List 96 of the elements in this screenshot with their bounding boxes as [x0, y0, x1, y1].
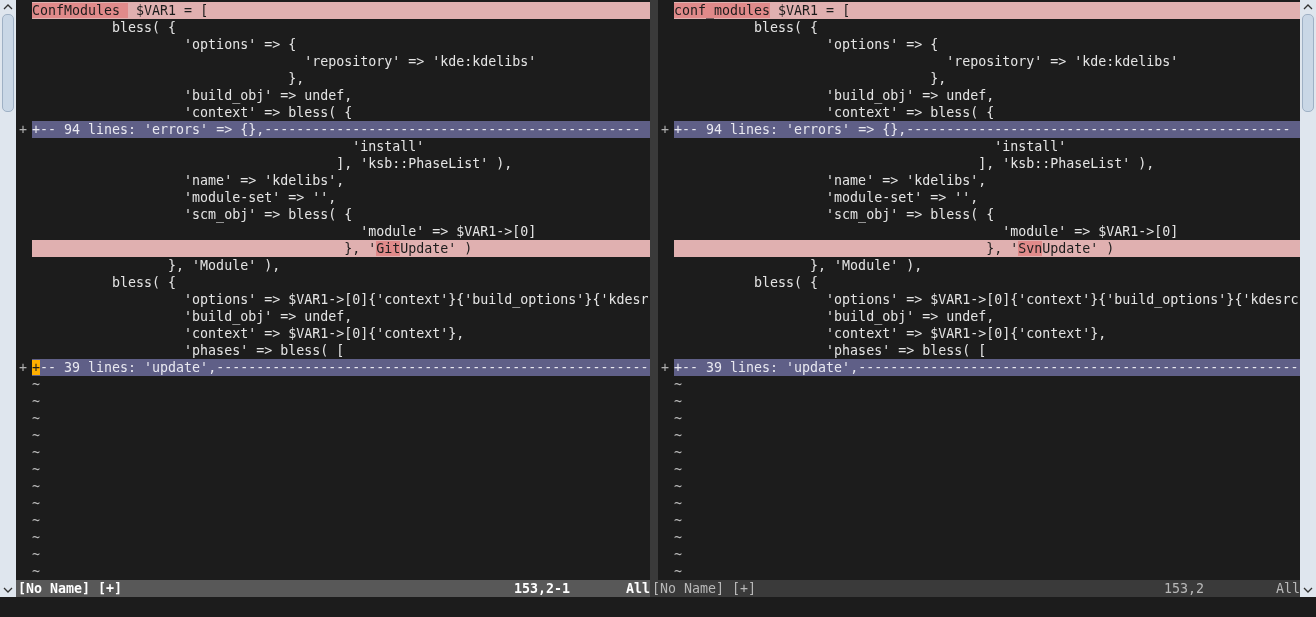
empty-line-marker: ~ — [32, 410, 41, 427]
code-line: bless( { — [111, 19, 178, 36]
empty-line-marker: ~ — [674, 478, 683, 495]
cursor-position: 153,2-1 — [513, 580, 571, 597]
empty-line-marker: ~ — [674, 410, 683, 427]
empty-line-marker: ~ — [32, 563, 41, 580]
fold-marker: + — [674, 122, 682, 137]
fold-marker: + — [674, 360, 682, 375]
scroll-up-icon[interactable] — [1303, 4, 1313, 10]
code-line: ], 'ksb::PhaseList' ), — [977, 155, 1156, 172]
code-line: ], 'ksb::PhaseList' ), — [335, 155, 514, 172]
code-line: 'build_obj' => undef, — [825, 308, 996, 325]
code-line: bless( { — [111, 274, 178, 291]
empty-line-marker: ~ — [32, 393, 41, 410]
empty-line-marker: ~ — [32, 427, 41, 444]
code-line: 'module' => $VAR1->[0] — [359, 223, 538, 240]
code-line: 'repository' => 'kde:kdelibs' — [303, 53, 538, 70]
code-line: 'context' => bless( { — [183, 104, 354, 121]
diff-sign: + — [19, 122, 27, 137]
diff-sign: + — [661, 360, 669, 375]
scrollbar-thumb[interactable] — [2, 14, 14, 112]
changed-text: conf_modules — [674, 3, 771, 18]
empty-line-marker: ~ — [674, 546, 683, 563]
code-line: 'scm_obj' => bless( { — [825, 206, 996, 223]
scroll-down-icon[interactable] — [1303, 587, 1313, 593]
code-line: bless( { — [753, 274, 820, 291]
scroll-down-icon[interactable] — [3, 587, 13, 593]
scroll-position: All — [625, 580, 650, 597]
code-text: Update' ) — [1042, 241, 1115, 256]
code-line: 'name' => 'kdelibs', — [825, 172, 988, 189]
fold-text: -- 94 lines: 'errors' => {},----------------------------------------------- — [40, 122, 641, 137]
code-line: }, — [287, 70, 306, 87]
changed-text: Svn — [1018, 241, 1043, 256]
empty-line-marker: ~ — [32, 512, 41, 529]
empty-line-marker: ~ — [674, 461, 683, 478]
empty-line-marker: ~ — [674, 376, 683, 393]
code-line: 'install' — [351, 138, 426, 155]
scroll-up-icon[interactable] — [3, 4, 13, 10]
code-line: 'context' => bless( { — [825, 104, 996, 121]
code-text: }, ' — [985, 241, 1019, 256]
code-line: 'context' => $VAR1->[0]{'context'}, — [825, 325, 1108, 342]
diff-sign: + — [661, 122, 669, 137]
code-line: 'options' => $VAR1->[0]{'context'}{'build_options'}{'kdesr — [183, 291, 650, 308]
fold-marker: + — [32, 122, 40, 137]
scrollbar[interactable] — [0, 0, 16, 597]
code-line: }, 'Module' ), — [167, 257, 282, 274]
text-cursor: + — [32, 360, 40, 375]
changed-text: Git — [376, 241, 401, 256]
empty-line-marker: ~ — [32, 529, 41, 546]
code-line: 'name' => 'kdelibs', — [183, 172, 346, 189]
empty-line-marker: ~ — [674, 444, 683, 461]
empty-line-marker: ~ — [674, 563, 683, 580]
code-line: 'repository' => 'kde:kdelibs' — [945, 53, 1180, 70]
code-line: 'options' => { — [825, 36, 940, 53]
code-line: 'build_obj' => undef, — [183, 87, 354, 104]
code-line: }, — [929, 70, 948, 87]
empty-line-marker: ~ — [32, 461, 41, 478]
code-line: 'phases' => bless( [ — [183, 342, 346, 359]
code-line: 'scm_obj' => bless( { — [183, 206, 354, 223]
code-line: 'options' => { — [183, 36, 298, 53]
code-line: }, 'Module' ), — [809, 257, 924, 274]
empty-line-marker: ~ — [674, 427, 683, 444]
code-line: 'module-set' => '', — [825, 189, 980, 206]
code-text: }, ' — [343, 241, 377, 256]
changed-text: ConfModules — [32, 3, 129, 18]
empty-line-marker: ~ — [32, 495, 41, 512]
scrollbar[interactable] — [1300, 0, 1316, 597]
empty-line-marker: ~ — [674, 495, 683, 512]
empty-line-marker: ~ — [32, 478, 41, 495]
diff-sign: + — [19, 360, 27, 375]
buffer-name: [No Name] [+] — [17, 580, 124, 597]
code-line: 'module' => $VAR1->[0] — [1001, 223, 1180, 240]
code-text: $VAR1 = [ — [135, 3, 209, 18]
empty-line-marker: ~ — [32, 546, 41, 563]
code-line: 'context' => $VAR1->[0]{'context'}, — [183, 325, 466, 342]
code-line: 'install' — [993, 138, 1068, 155]
code-line: 'build_obj' => undef, — [183, 308, 354, 325]
empty-line-marker: ~ — [32, 444, 41, 461]
fold-text: -- 94 lines: 'errors' => {},------------------------------------------------ — [682, 122, 1291, 137]
code-line: 'options' => $VAR1->[0]{'context'}{'build_options'}{'kdesrc — [825, 291, 1300, 308]
code-line: 'module-set' => '', — [183, 189, 338, 206]
cursor-position: 153,2 — [1163, 580, 1205, 597]
code-line: 'phases' => bless( [ — [825, 342, 988, 359]
empty-line-marker: ~ — [32, 376, 41, 393]
code-line: 'build_obj' => undef, — [825, 87, 996, 104]
empty-line-marker: ~ — [674, 529, 683, 546]
code-text: $VAR1 = [ — [777, 3, 851, 18]
empty-line-marker: ~ — [674, 393, 683, 410]
scroll-position: All — [1275, 580, 1300, 597]
buffer-name: [No Name] [+] — [651, 580, 758, 597]
fold-text: -- 39 lines: 'update',------------------------------------------------------ — [40, 360, 649, 375]
code-text: Update' ) — [400, 241, 473, 256]
scrollbar-thumb[interactable] — [1302, 14, 1314, 112]
empty-line-marker: ~ — [674, 512, 683, 529]
fold-text: -- 39 lines: 'update',------------------------------------------------------- — [682, 360, 1299, 375]
code-line: bless( { — [753, 19, 820, 36]
